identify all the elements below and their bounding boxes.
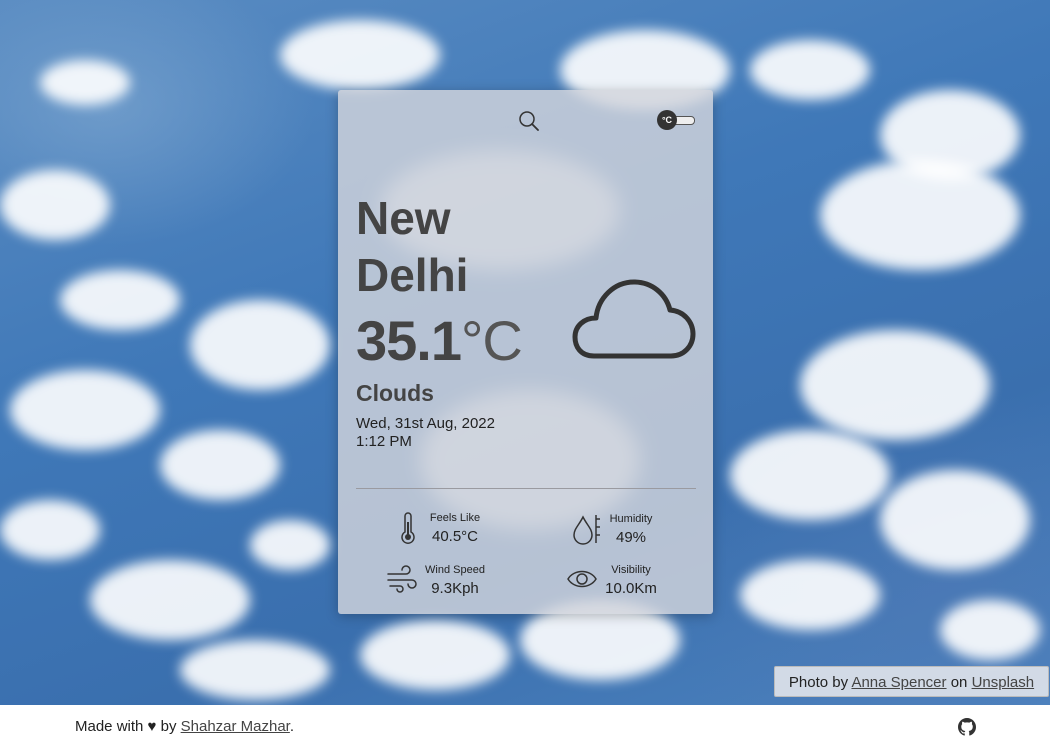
weather-condition: Clouds [356,380,434,406]
wind-speed-value: 9.3Kph [431,580,479,597]
visibility-label: Visibility [611,564,651,576]
footer: Made with ♥ by Shahzar Mazhar. [0,705,1050,750]
temperature-unit: °C [461,309,523,372]
humidity-label: Humidity [609,513,653,525]
unit-toggle[interactable]: °C [657,110,695,130]
city-name: New Delhi [356,192,469,301]
temperature-value: 35.1 [356,309,462,372]
stat-visibility: Visibility 10.0Km [566,564,696,600]
made-with-text: Made with ♥ by [75,718,177,735]
visibility-value: 10.0Km [605,580,657,597]
feels-like-value: 40.5°C [431,528,479,545]
credit-on: on [950,674,968,691]
unit-toggle-label: °C [657,110,677,130]
unsplash-link[interactable]: Unsplash [972,674,1035,691]
thermometer-icon [401,512,415,544]
stat-feels-like: Feels Like 40.5°C [398,512,528,548]
feels-like-label: Feels Like [429,512,481,524]
eye-icon [567,570,597,588]
footer-text: Made with ♥ by Shahzar Mazhar. [75,718,294,735]
search-icon [519,111,539,131]
footer-suffix: . [289,718,295,735]
temperature: 35.1°C [356,308,523,373]
github-link[interactable] [958,718,976,736]
photo-credit: Photo by Anna Spencer on Unsplash [774,666,1049,697]
humidity-value: 49% [615,529,647,546]
weather-card: °C New Delhi 35.1°C Clouds Wed, 31st Aug… [338,90,713,614]
github-icon [958,718,976,736]
author-link[interactable]: Shahzar Mazhar [181,718,290,735]
wind-icon [387,565,417,593]
divider [356,488,696,489]
date: Wed, 31st Aug, 2022 [356,415,495,432]
stat-wind-speed: Wind Speed 9.3Kph [386,564,516,600]
cloud-icon [572,279,696,359]
credit-prefix: Photo by [788,674,849,691]
wind-speed-label: Wind Speed [425,564,485,576]
stat-humidity: Humidity 49% [572,513,702,549]
time: 1:12 PM [356,433,412,450]
search-button[interactable] [518,110,540,132]
photographer-link[interactable]: Anna Spencer [851,674,946,691]
